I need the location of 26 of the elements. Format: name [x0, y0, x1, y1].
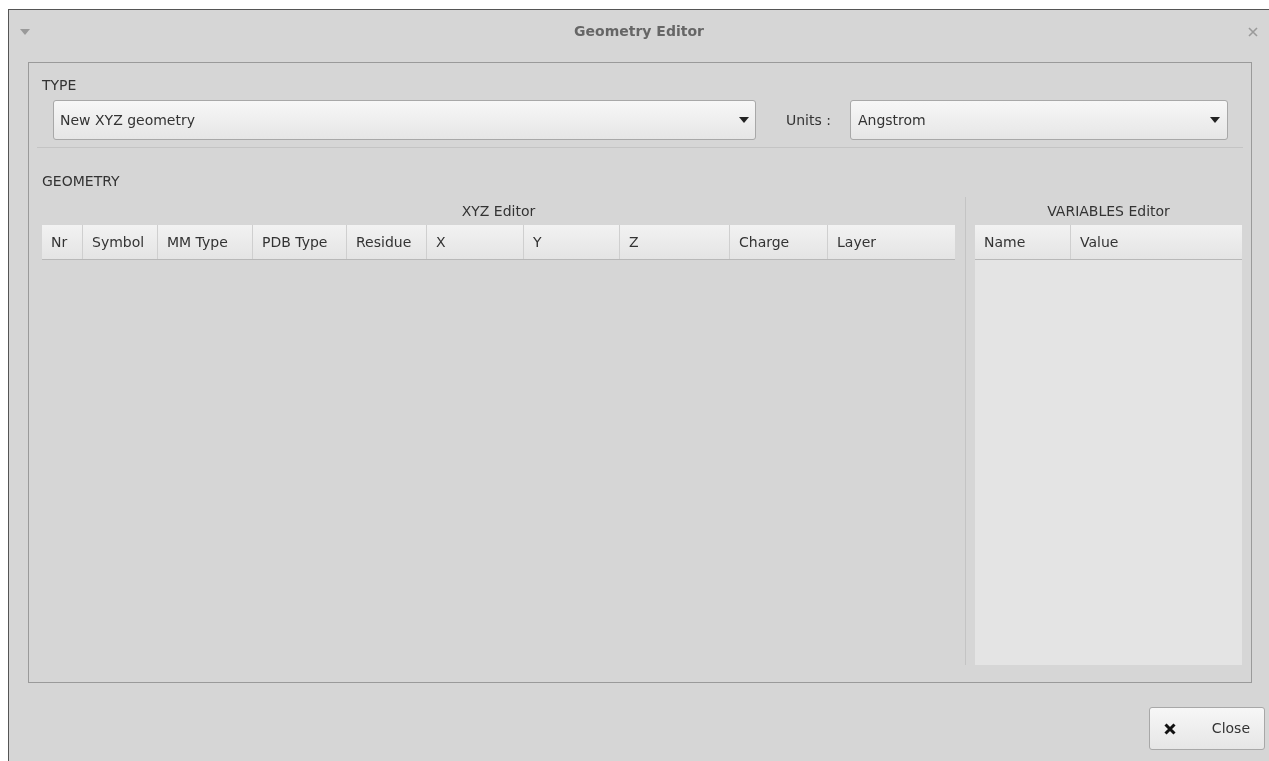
- column-header[interactable]: MM Type: [158, 225, 253, 259]
- close-icon[interactable]: [1248, 26, 1258, 37]
- column-header[interactable]: Charge: [730, 225, 828, 259]
- column-header[interactable]: Symbol: [83, 225, 158, 259]
- column-header[interactable]: Value: [1071, 225, 1242, 259]
- units-label: Units :: [786, 110, 831, 130]
- column-header[interactable]: Name: [975, 225, 1071, 259]
- type-dropdown[interactable]: New XYZ geometry: [53, 100, 756, 140]
- dropdown-caret-icon: [1210, 117, 1220, 123]
- dropdown-caret-icon: [739, 117, 749, 123]
- units-dropdown[interactable]: Angstrom: [849, 100, 1228, 140]
- table-title: XYZ Editor: [460, 202, 537, 220]
- close-button[interactable]: Close: [1149, 707, 1265, 750]
- section-label: TYPE: [42, 77, 78, 93]
- window-menu-icon[interactable]: [20, 28, 30, 35]
- column-header[interactable]: PDB Type: [253, 225, 347, 259]
- section-label: GEOMETRY: [42, 173, 121, 189]
- column-header[interactable]: Z: [620, 225, 730, 259]
- column-header[interactable]: Nr: [42, 225, 83, 259]
- column-header[interactable]: Layer: [828, 225, 955, 259]
- table-title: VARIABLES Editor: [1046, 202, 1171, 220]
- column-header[interactable]: X: [427, 225, 524, 259]
- column-header[interactable]: Residue: [347, 225, 427, 259]
- window-title: Geometry Editor: [573, 22, 705, 41]
- column-header[interactable]: Y: [524, 225, 620, 259]
- close-icon: [1164, 722, 1176, 735]
